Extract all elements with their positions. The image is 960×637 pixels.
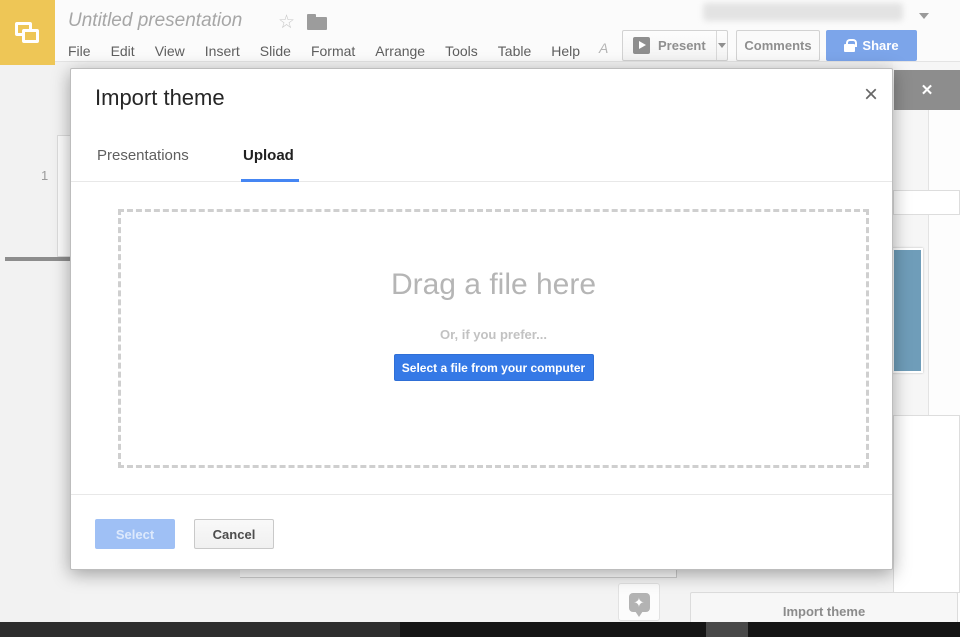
themes-panel-close-icon[interactable]: ✕ <box>921 81 934 99</box>
explore-button[interactable]: ✦ <box>618 583 660 621</box>
menu-view[interactable]: View <box>145 40 195 62</box>
file-drop-zone[interactable]: Drag a file here Or, if you prefer... Se… <box>118 209 869 468</box>
play-icon <box>633 37 650 54</box>
select-file-button[interactable]: Select a file from your computer <box>394 354 594 381</box>
theme-thumbnail-card[interactable] <box>893 415 960 593</box>
dialog-tabs: Presentations Upload <box>71 139 892 182</box>
present-button[interactable]: Present <box>623 31 716 60</box>
comments-label: Comments <box>744 38 811 53</box>
document-title[interactable]: Untitled presentation <box>68 10 242 32</box>
taskbar-segment <box>0 622 400 637</box>
menu-table[interactable]: Table <box>488 40 541 62</box>
comments-button[interactable]: Comments <box>736 30 820 61</box>
slide-number: 1 <box>41 168 48 183</box>
slide-thumbnail[interactable] <box>57 135 70 257</box>
menu-edit[interactable]: Edit <box>101 40 145 62</box>
themes-panel-header: ✕ <box>894 70 960 110</box>
top-bar: Untitled presentation ☆ File Edit View I… <box>0 0 960 62</box>
dialog-title: Import theme <box>95 85 225 111</box>
star-icon[interactable]: ☆ <box>278 11 295 34</box>
import-theme-dialog: Import theme × Presentations Upload Drag… <box>70 68 893 570</box>
taskbar-segment <box>706 622 748 637</box>
drop-zone-subtext: Or, if you prefer... <box>440 327 547 342</box>
import-theme-panel-label: Import theme <box>783 604 865 619</box>
drop-zone-heading: Drag a file here <box>391 268 596 302</box>
slide-filmstrip-panel: 1 <box>0 62 70 622</box>
status-text-fragment: A <box>599 40 608 56</box>
menu-slide[interactable]: Slide <box>250 40 301 62</box>
theme-thumbnail-selected[interactable] <box>892 248 923 373</box>
footer-divider <box>71 494 892 495</box>
present-options-button[interactable] <box>716 31 727 60</box>
present-button-group: Present <box>622 30 728 61</box>
slide-thumbnail-edge <box>5 257 70 261</box>
menu-help[interactable]: Help <box>541 40 590 62</box>
share-label: Share <box>862 38 898 53</box>
chevron-down-icon <box>718 43 726 48</box>
share-button[interactable]: Share <box>826 30 917 61</box>
present-label: Present <box>658 38 706 53</box>
menu-bar: File Edit View Insert Slide Format Arran… <box>58 40 590 62</box>
active-tab-underline <box>241 179 299 182</box>
lock-icon <box>844 44 855 52</box>
menu-tools[interactable]: Tools <box>435 40 488 62</box>
select-button[interactable]: Select <box>95 519 175 549</box>
taskbar <box>0 622 960 637</box>
account-name-redacted <box>703 3 903 21</box>
menu-format[interactable]: Format <box>301 40 365 62</box>
cancel-button[interactable]: Cancel <box>194 519 274 549</box>
tab-presentations[interactable]: Presentations <box>97 147 189 164</box>
themes-panel: ✕ <box>893 62 960 622</box>
menu-insert[interactable]: Insert <box>195 40 250 62</box>
tab-upload[interactable]: Upload <box>243 147 294 164</box>
theme-thumbnail-card[interactable] <box>893 190 960 215</box>
slides-logo-icon[interactable] <box>0 0 55 65</box>
dialog-close-icon[interactable]: × <box>864 83 878 107</box>
explore-icon: ✦ <box>629 593 650 612</box>
folder-icon[interactable] <box>307 17 327 30</box>
account-dropdown-caret-icon[interactable] <box>919 13 929 19</box>
menu-file[interactable]: File <box>58 40 101 62</box>
menu-arrange[interactable]: Arrange <box>365 40 435 62</box>
